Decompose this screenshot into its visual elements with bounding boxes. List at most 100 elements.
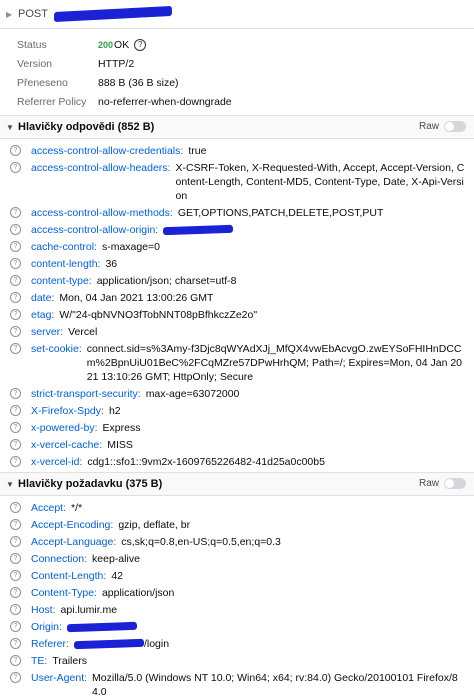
header-value: Mozilla/5.0 (Windows NT 10.0; Win64; x64… [92,671,458,698]
raw-toggle[interactable]: Raw [419,478,466,489]
expand-triangle-icon[interactable]: ▼ [6,123,18,132]
header-name: Content-Length: [31,569,107,582]
status-code: 200 [98,39,114,50]
header-row[interactable]: ? User-Agent: Mozilla/5.0 (Windows NT 10.0… [0,669,474,700]
status-label: Status [17,38,47,51]
header-row[interactable]: ? access-control-allow-credentials: true [0,142,474,159]
help-icon[interactable]: ? [10,241,21,252]
expand-triangle-icon[interactable]: ▼ [6,480,18,489]
request-bar[interactable]: ▶ POST [0,0,474,29]
toggle-switch[interactable] [444,478,466,489]
header-row[interactable]: ? server: Vercel [0,323,474,340]
header-name: Accept-Language: [31,535,117,548]
header-row[interactable]: ? Content-Length: 42 [0,567,474,584]
header-row[interactable]: ? Origin: [0,618,474,635]
header-row[interactable]: ? Connection: keep-alive [0,550,474,567]
header-row[interactable]: ? cache-control: s-maxage=0 [0,238,474,255]
help-icon[interactable]: ? [10,224,21,235]
header-value: true [188,144,207,157]
header-row[interactable]: ? TE: Trailers [0,652,474,669]
header-row[interactable]: ? access-control-allow-headers: X-CSRF-Tok… [0,159,474,204]
header-name: access-control-allow-headers: [31,161,171,174]
header-name: Referer: [31,637,69,650]
header-name: x-vercel-cache: [31,438,103,451]
header-value: */* [71,501,83,514]
header-row[interactable]: ? x-vercel-cache: MISS [0,436,474,453]
header-value: keep-alive [92,552,140,565]
header-name: date: [31,291,55,304]
header-name: TE: [31,654,48,667]
header-value: Trailers [52,654,87,667]
toggle-switch[interactable] [444,121,466,132]
help-icon[interactable]: ? [134,38,147,51]
header-name: x-powered-by: [31,421,98,434]
help-icon[interactable]: ? [10,326,21,337]
help-icon[interactable]: ? [10,655,21,666]
raw-label: Raw [418,121,439,132]
help-icon[interactable]: ? [10,638,21,649]
help-icon[interactable]: ? [10,621,21,632]
collapse-triangle-icon[interactable]: ▶ [6,10,16,19]
header-row[interactable]: ? Accept-Language: cs,sk;q=0.8,en-US;q=0.5… [0,533,474,550]
help-icon[interactable]: ? [10,439,21,450]
redacted-value [163,224,234,235]
help-icon[interactable]: ? [10,207,21,218]
header-row[interactable]: ? Accept-Encoding: gzip, deflate, br [0,516,474,533]
header-row[interactable]: ? x-vercel-id: cdg1::sfo1::9vm2x-160976522… [0,453,474,470]
header-value: Express [102,421,141,434]
header-row[interactable]: ? Content-Type: application/json [0,584,474,601]
help-icon[interactable]: ? [10,570,21,581]
header-row[interactable]: ? access-control-allow-origin: [0,221,474,238]
help-icon[interactable]: ? [10,388,21,399]
header-row[interactable]: ? set-cookie: connect.sid=s%3Amy-f3Djc8qWY… [0,340,474,385]
help-icon[interactable]: ? [10,292,21,303]
help-icon[interactable]: ? [10,553,21,564]
header-value: h2 [108,404,121,417]
header-row[interactable]: ? Accept: */* [0,499,474,516]
help-icon[interactable]: ? [10,456,21,467]
redacted-url [54,9,172,19]
header-value: X-CSRF-Token, X-Requested-With, Accept, … [175,161,465,202]
header-value-text: /login [143,637,170,650]
help-icon[interactable]: ? [10,258,21,269]
header-name: strict-transport-security: [31,387,141,400]
header-row[interactable]: ? date: Mon, 04 Jan 2021 13:00:26 GMT [0,289,474,306]
header-row[interactable]: ? Host: api.lumir.me [0,601,474,618]
header-name: server: [31,325,64,338]
header-row[interactable]: ? Referer: /login [0,635,474,652]
header-name: content-length: [31,257,101,270]
header-name: User-Agent: [31,671,88,684]
raw-toggle[interactable]: Raw [419,121,466,132]
version-label: Version [17,57,53,70]
help-icon[interactable]: ? [10,405,21,416]
referrer-policy-value: no-referrer-when-downgrade [98,95,232,108]
help-icon[interactable]: ? [10,422,21,433]
help-icon[interactable]: ? [10,536,21,547]
header-row[interactable]: ? content-length: 36 [0,255,474,272]
help-icon[interactable]: ? [10,672,21,683]
header-name: set-cookie: [31,342,82,355]
transferred-label: Přeneseno [17,76,68,89]
header-name: etag: [31,308,55,321]
header-value: MISS [107,438,133,451]
help-icon[interactable]: ? [10,604,21,615]
header-row[interactable]: ? access-control-allow-methods: GET,OPTION… [0,204,474,221]
help-icon[interactable]: ? [10,502,21,513]
help-icon[interactable]: ? [10,145,21,156]
help-icon[interactable]: ? [10,275,21,286]
request-headers-list: ? Accept: */*? Accept-Encoding: gzip, deflat… [0,496,474,700]
help-icon[interactable]: ? [10,162,21,173]
request-headers-section[interactable]: ▼ Hlavičky požadavku (375 B) Raw [0,472,474,496]
header-row[interactable]: ? etag: W/"24-qbNVNO3fTobNNT08pBfhkczZe2o" [0,306,474,323]
header-row[interactable]: ? x-powered-by: Express [0,419,474,436]
header-row[interactable]: ? strict-transport-security: max-age=63072… [0,385,474,402]
header-row[interactable]: ? X-Firefox-Spdy: h2 [0,402,474,419]
help-icon[interactable]: ? [10,343,21,354]
transferred-value: 888 B (36 B size) [98,76,179,89]
header-row[interactable]: ? content-type: application/json; charset=… [0,272,474,289]
response-headers-section[interactable]: ▼ Hlavičky odpovědi (852 B) Raw [0,115,474,139]
help-icon[interactable]: ? [10,587,21,598]
help-icon[interactable]: ? [10,519,21,530]
header-value: W/"24-qbNVNO3fTobNNT08pBfhkczZe2o" [59,308,258,321]
help-icon[interactable]: ? [10,309,21,320]
